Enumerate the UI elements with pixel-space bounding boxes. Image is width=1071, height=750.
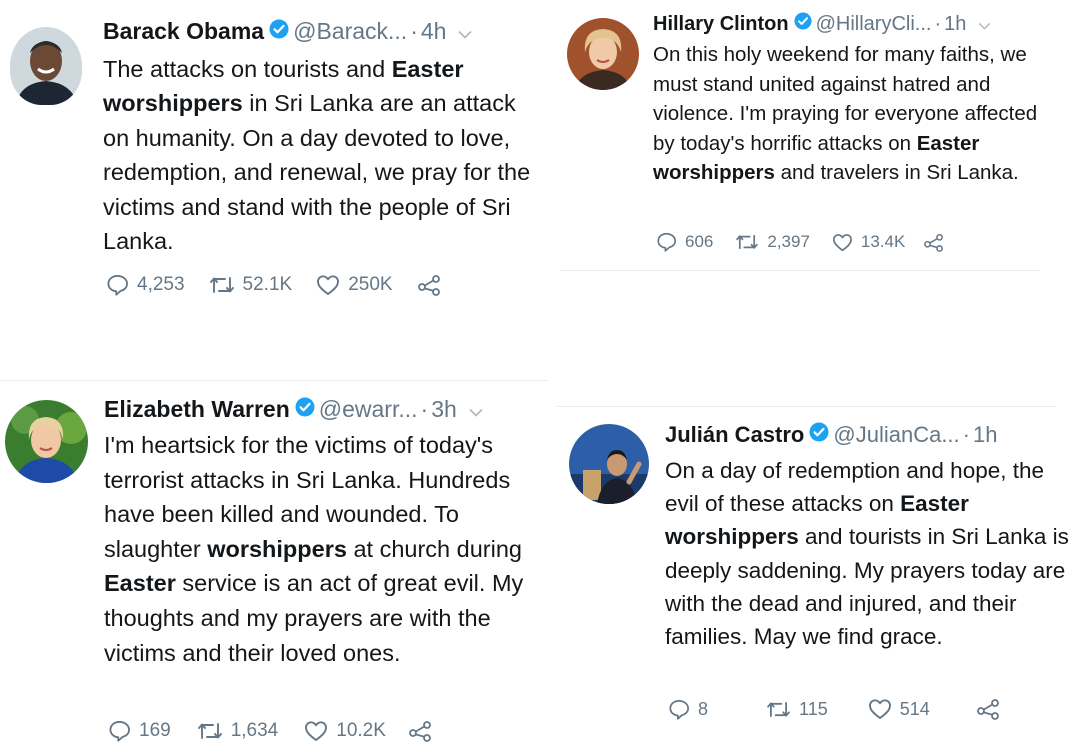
author-handle[interactable]: @Barack... bbox=[293, 18, 407, 45]
highlighted-term: worshippers bbox=[103, 90, 243, 117]
chevron-down-icon[interactable] bbox=[469, 396, 483, 423]
share-button[interactable] bbox=[417, 274, 441, 296]
reply-button[interactable]: 606 bbox=[656, 232, 713, 252]
retweet-button[interactable]: 52.1K bbox=[209, 274, 293, 296]
share-button[interactable] bbox=[976, 698, 1000, 720]
reply-button[interactable]: 4,253 bbox=[106, 274, 185, 296]
retweet-count: 1,634 bbox=[230, 720, 279, 741]
highlighted-term: Easter bbox=[104, 570, 176, 597]
chevron-down-icon[interactable] bbox=[978, 13, 991, 36]
like-button[interactable]: 514 bbox=[868, 698, 930, 720]
verified-badge-icon bbox=[269, 18, 289, 45]
tweet-header: Barack Obama @Barack... · 4h bbox=[103, 18, 473, 45]
text-segment: at church during bbox=[346, 535, 522, 562]
text-segment: The attacks on tourists and bbox=[103, 56, 392, 82]
like-count: 10.2K bbox=[336, 720, 386, 741]
author-handle[interactable]: @HillaryCli... bbox=[816, 13, 932, 36]
verified-badge-icon bbox=[295, 396, 315, 423]
tweet-actions: 169 1,634 10.2K bbox=[108, 720, 432, 742]
timestamp[interactable]: 1h bbox=[944, 13, 966, 36]
like-button[interactable]: 10.2K bbox=[304, 720, 386, 742]
tweet-divider bbox=[556, 406, 1056, 407]
text-segment: On a day of redemption and hope, the evi… bbox=[665, 458, 1045, 517]
tweet-actions: 8 115 514 bbox=[668, 698, 1000, 720]
avatar[interactable] bbox=[567, 18, 639, 90]
share-icon bbox=[408, 720, 432, 742]
tweet-text: On this holy weekend for many faiths, we… bbox=[653, 40, 1063, 188]
reply-count: 606 bbox=[685, 232, 714, 251]
avatar[interactable] bbox=[5, 400, 88, 483]
share-icon bbox=[417, 274, 441, 296]
author-name[interactable]: Hillary Clinton bbox=[653, 13, 789, 36]
retweet-icon bbox=[197, 721, 223, 741]
like-button[interactable]: 250K bbox=[316, 274, 393, 296]
tweet-text: On a day of redemption and hope, the evi… bbox=[665, 454, 1071, 653]
highlighted-term: Easter bbox=[900, 491, 969, 517]
share-button[interactable] bbox=[923, 233, 944, 252]
share-button[interactable] bbox=[408, 720, 432, 742]
like-button[interactable]: 13.4K bbox=[832, 232, 905, 252]
highlighted-term: Easter bbox=[391, 56, 464, 82]
heart-icon bbox=[304, 720, 328, 742]
heart-icon bbox=[316, 274, 340, 296]
like-count: 13.4K bbox=[860, 232, 906, 251]
tweet-header: Julián Castro @JulianCa... · 1h bbox=[665, 422, 997, 448]
retweet-count: 52.1K bbox=[242, 274, 293, 295]
author-name[interactable]: Elizabeth Warren bbox=[104, 396, 290, 423]
reply-count: 169 bbox=[139, 720, 171, 741]
like-count: 514 bbox=[899, 698, 930, 719]
retweet-button[interactable]: 115 bbox=[766, 699, 828, 720]
retweet-button[interactable]: 1,634 bbox=[197, 720, 279, 742]
heart-icon bbox=[868, 698, 892, 720]
reply-icon bbox=[656, 232, 677, 252]
retweet-icon bbox=[209, 275, 235, 295]
text-segment: On this holy weekend for many faiths, we… bbox=[653, 43, 1038, 155]
text-segment: and travelers in Sri Lanka. bbox=[774, 161, 1019, 184]
separator-dot: · bbox=[962, 422, 970, 447]
verified-badge-icon bbox=[794, 12, 812, 36]
timestamp[interactable]: 1h bbox=[973, 422, 997, 448]
share-icon bbox=[923, 233, 944, 252]
separator-dot: · bbox=[934, 12, 942, 35]
author-handle[interactable]: @ewarr... bbox=[319, 396, 418, 423]
reply-count: 4,253 bbox=[137, 274, 185, 295]
retweet-count: 2,397 bbox=[767, 232, 810, 251]
author-handle[interactable]: @JulianCa... bbox=[833, 422, 959, 448]
avatar[interactable] bbox=[10, 27, 82, 105]
tweet-text: The attacks on tourists and Easter worsh… bbox=[103, 52, 533, 258]
reply-icon bbox=[106, 274, 129, 296]
highlighted-term: worshippers bbox=[665, 524, 799, 550]
verified-badge-icon bbox=[809, 422, 829, 448]
tweet-divider bbox=[560, 270, 1040, 271]
separator-dot: · bbox=[420, 396, 429, 422]
reply-icon bbox=[108, 720, 131, 742]
chevron-down-icon[interactable] bbox=[458, 18, 473, 45]
retweet-icon bbox=[735, 233, 759, 251]
tweet-text: I'm heartsick for the victims of today's… bbox=[104, 428, 544, 670]
separator-dot: · bbox=[410, 18, 418, 44]
heart-icon bbox=[832, 233, 853, 252]
tweet-actions: 606 2,397 13.4K bbox=[656, 232, 944, 252]
reply-count: 8 bbox=[698, 698, 709, 719]
tweet-divider bbox=[0, 380, 548, 381]
tweet-header: Hillary Clinton @HillaryCli... · 1h bbox=[653, 12, 991, 36]
reply-icon bbox=[668, 699, 690, 720]
retweet-icon bbox=[766, 700, 791, 719]
retweet-count: 115 bbox=[799, 698, 828, 719]
avatar[interactable] bbox=[569, 424, 649, 504]
timestamp[interactable]: 3h bbox=[431, 396, 457, 423]
reply-button[interactable]: 8 bbox=[668, 699, 708, 720]
like-count: 250K bbox=[348, 274, 393, 295]
share-icon bbox=[976, 698, 1000, 720]
author-name[interactable]: Barack Obama bbox=[103, 18, 264, 45]
author-name[interactable]: Julián Castro bbox=[665, 422, 804, 448]
retweet-button[interactable]: 2,397 bbox=[735, 232, 810, 252]
tweet-actions: 4,253 52.1K 250K bbox=[106, 274, 441, 296]
timestamp[interactable]: 4h bbox=[421, 18, 447, 45]
tweet-header: Elizabeth Warren @ewarr... · 3h bbox=[104, 396, 483, 423]
highlighted-term: worshippers bbox=[207, 535, 347, 562]
reply-button[interactable]: 169 bbox=[108, 720, 171, 742]
